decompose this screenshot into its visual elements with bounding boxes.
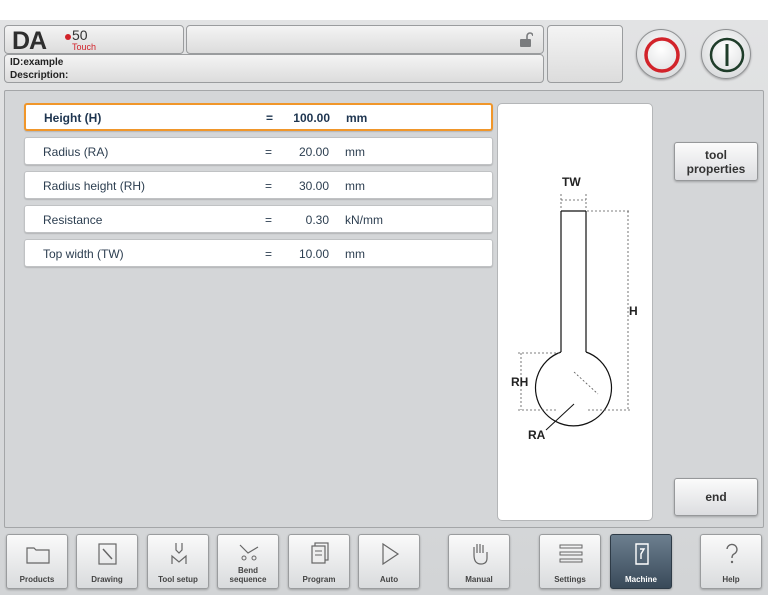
logo-brand: DA (12, 27, 47, 55)
title-bar (186, 25, 544, 54)
nav-program[interactable]: Program (288, 534, 350, 589)
tool-setup-icon (171, 543, 187, 564)
da50-logo: DA 50 Touch (12, 27, 96, 55)
product-description: Description: (10, 70, 69, 81)
param-value: 10.00 (298, 247, 329, 261)
pencil-icon (98, 543, 117, 565)
param-row-height[interactable]: Height (H) = 100.00 mm (24, 103, 493, 131)
play-icon (382, 542, 400, 566)
nav-products[interactable]: Products (6, 534, 68, 589)
tool-properties-button[interactable]: tool properties (674, 142, 758, 181)
tool-drawing: TW H RH RA (511, 175, 638, 442)
app-window: DA 50 Touch ID:example Description: Heig… (0, 20, 768, 595)
param-value: 0.30 (305, 213, 329, 227)
rh-label: RH (511, 375, 528, 389)
logo-model: 50 (72, 27, 88, 43)
param-label: Resistance (43, 213, 103, 227)
nav-label: Bend sequence (229, 566, 267, 584)
param-equals: = (265, 145, 273, 159)
machine-icon (635, 543, 649, 565)
nav-label: Settings (554, 575, 586, 584)
param-unit: mm (345, 145, 365, 159)
logo-box: DA 50 Touch (4, 25, 184, 54)
ra-radius-line (573, 371, 599, 395)
param-label: Top width (TW) (43, 247, 124, 261)
param-unit: mm (345, 247, 365, 261)
nav-drawing[interactable]: Drawing (76, 534, 138, 589)
nav-label: Auto (379, 575, 399, 584)
nav-settings[interactable]: Settings (539, 534, 601, 589)
end-button[interactable]: end (674, 478, 758, 516)
tool-radius-head (534, 351, 613, 427)
nav-manual[interactable]: Manual (448, 534, 510, 589)
param-equals: = (265, 179, 273, 193)
status-box (547, 25, 623, 83)
main-panel: Height (H) = 100.00 mm Radius (RA) = 20.… (4, 90, 764, 528)
product-id: ID:example (10, 57, 64, 68)
bend-sequence-icon (239, 544, 259, 561)
param-row-top-width[interactable]: Top width (TW) = 10.00 mm (24, 239, 493, 267)
param-unit: mm (345, 179, 365, 193)
nav-label: Program (302, 575, 336, 584)
param-row-radius-height[interactable]: Radius height (RH) = 30.00 mm (24, 171, 493, 199)
param-value: 20.00 (298, 145, 329, 159)
nav-bend-sequence[interactable]: Bend sequence (217, 534, 279, 589)
tool-properties-line2: properties (686, 162, 746, 176)
nav-label: Products (19, 575, 55, 584)
nav-label: Machine (624, 575, 657, 584)
stop-button[interactable] (636, 29, 686, 79)
settings-list-icon (559, 544, 583, 563)
logo-dot-icon (65, 34, 71, 40)
param-unit: kN/mm (345, 213, 383, 227)
nav-auto[interactable]: Auto (358, 534, 420, 589)
param-row-radius[interactable]: Radius (RA) = 20.00 mm (24, 137, 493, 165)
stop-icon (644, 37, 680, 73)
nav-label: Drawing (91, 575, 123, 584)
logo-edition: Touch (72, 42, 97, 52)
nav-label: Tool setup (158, 575, 198, 584)
folder-icon (26, 547, 50, 564)
product-info: ID:example Description: (4, 54, 544, 83)
start-icon (709, 37, 745, 73)
h-label: H (629, 304, 638, 318)
param-value: 100.00 (293, 111, 330, 125)
nav-machine[interactable]: Machine (610, 534, 672, 589)
param-equals: = (265, 247, 273, 261)
tw-label: TW (562, 175, 581, 189)
unlock-icon[interactable] (519, 32, 533, 48)
param-row-resistance[interactable]: Resistance = 0.30 kN/mm (24, 205, 493, 233)
tool-properties-line1: tool (705, 148, 727, 162)
param-value: 30.00 (298, 179, 329, 193)
start-button[interactable] (701, 29, 751, 79)
program-icon (311, 542, 329, 564)
param-equals: = (266, 111, 274, 125)
tool-drawing-panel: TW H RH RA (497, 103, 653, 521)
param-equals: = (265, 213, 273, 227)
nav-tool-setup[interactable]: Tool setup (147, 534, 209, 589)
nav-label: Manual (465, 575, 493, 584)
param-unit: mm (346, 111, 368, 125)
nav-help[interactable]: Help (700, 534, 762, 589)
hand-icon (473, 544, 488, 565)
param-label: Radius height (RH) (43, 179, 146, 193)
nav-label: Help (722, 575, 740, 584)
param-label: Radius (RA) (43, 145, 109, 159)
ra-label: RA (528, 428, 546, 442)
param-label: Height (H) (44, 111, 102, 125)
help-icon (726, 543, 738, 564)
